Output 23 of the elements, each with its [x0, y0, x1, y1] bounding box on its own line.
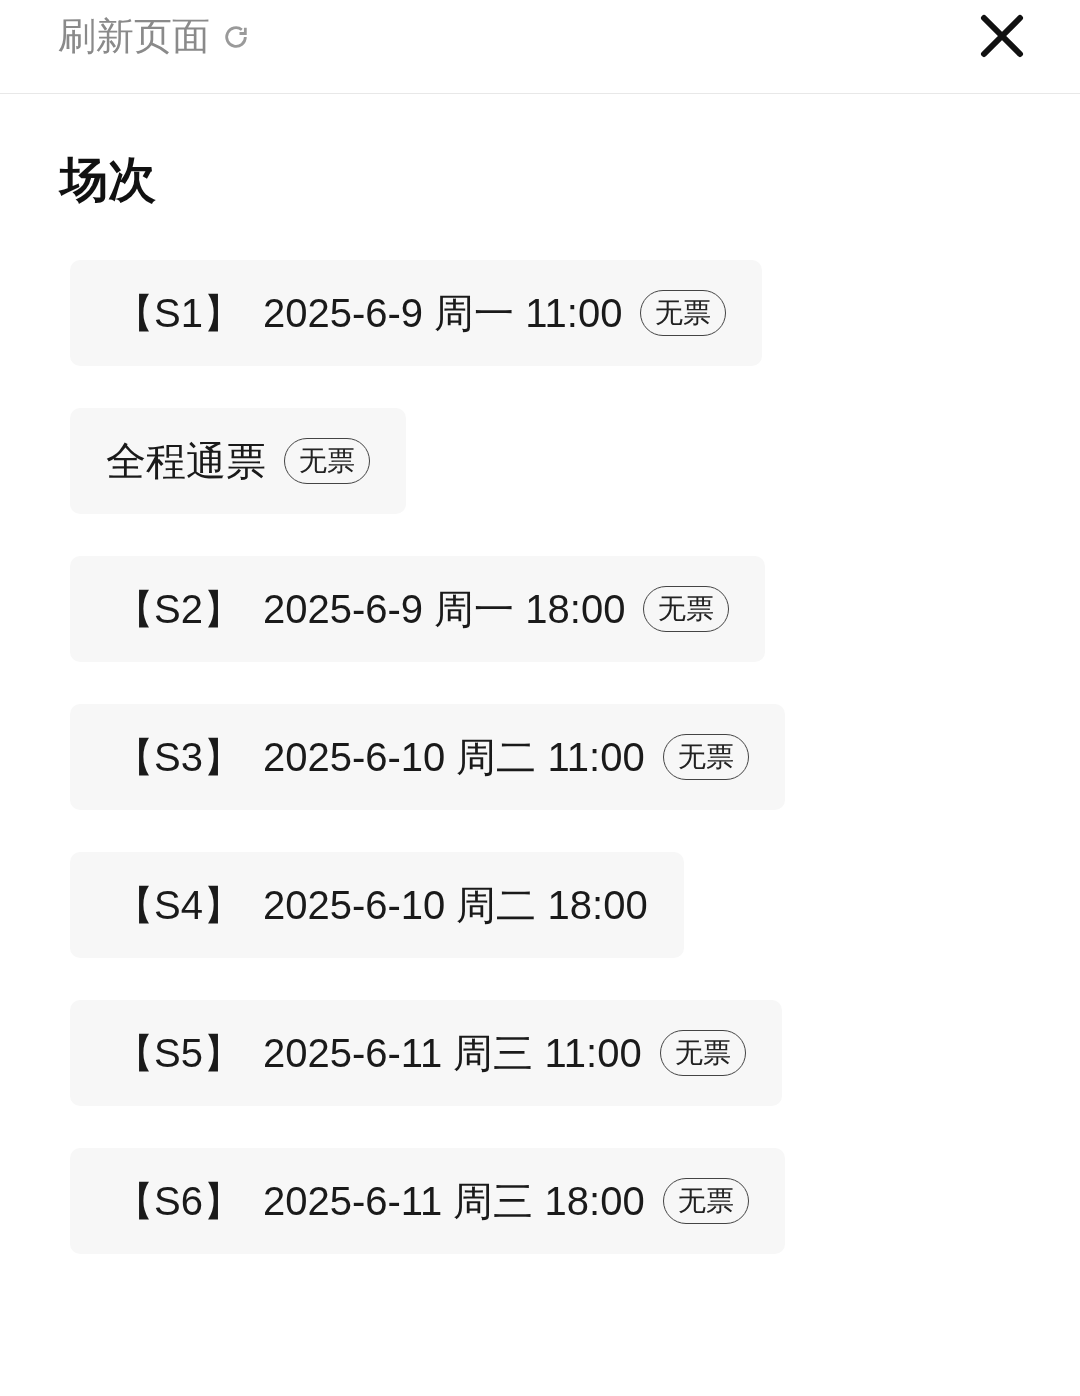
session-code: 【S5】: [114, 1029, 243, 1077]
session-option[interactable]: 【S1】 2025-6-9 周一 11:00 无票: [70, 260, 763, 366]
session-option[interactable]: 【S6】 2025-6-11 周三 18:00 无票: [70, 1148, 785, 1254]
session-time: 2025-6-10 周二 18:00: [262, 881, 648, 929]
session-time: 2025-6-9 周一 18:00: [262, 585, 626, 633]
pass-title: 全程通票: [106, 437, 266, 485]
session-code: 【S3】: [114, 733, 243, 781]
session-option[interactable]: 【S5】 2025-6-11 周三 11:00 无票: [70, 1000, 782, 1106]
session-code: 【S4】: [114, 881, 243, 929]
session-time: 2025-6-9 周一 11:00: [262, 289, 623, 337]
session-code: 【S6】: [114, 1177, 243, 1225]
section-title: 场次: [60, 152, 157, 208]
session-option[interactable]: 【S2】 2025-6-9 周一 18:00 无票: [70, 556, 766, 662]
session-time: 2025-6-10 周二 11:00: [262, 733, 645, 781]
close-icon: [980, 13, 1024, 58]
session-option[interactable]: 【S4】 2025-6-10 周二 18:00: [70, 852, 684, 958]
session-code: 【S1】: [114, 289, 243, 337]
close-button[interactable]: [980, 13, 1024, 58]
session-time: 2025-6-11 周三 18:00: [262, 1177, 645, 1225]
session-option[interactable]: 【S3】 2025-6-10 周二 11:00 无票: [70, 704, 785, 810]
session-code: 【S2】: [114, 585, 243, 633]
session-time: 2025-6-11 周三 11:00: [262, 1029, 642, 1077]
session-option[interactable]: 全程通票 无票: [70, 408, 406, 514]
